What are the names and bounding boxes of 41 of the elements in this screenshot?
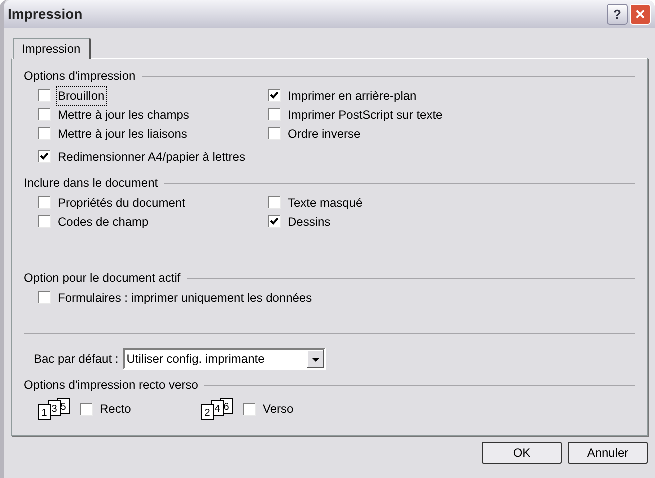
checkbox-label: Redimensionner A4/papier à lettres: [57, 148, 246, 166]
group-title: Option pour le document actif: [24, 270, 181, 287]
checkbox-label: Brouillon: [57, 86, 106, 104]
checkbox-label: Codes de champ: [57, 214, 150, 230]
checkbox-label: Texte masqué: [287, 194, 364, 212]
checkbox[interactable]: [38, 89, 51, 102]
checkbox-label: Verso: [262, 401, 295, 418]
checkbox[interactable]: [38, 127, 51, 140]
checkbox-label: Propriétés du document: [57, 194, 186, 212]
group-title: Options d'impression: [24, 68, 136, 85]
checkbox-label: Imprimer PostScript sur texte: [287, 106, 444, 124]
help-button[interactable]: ?: [607, 4, 628, 24]
checkbox-label: Imprimer en arrière-plan: [287, 88, 418, 104]
checkbox-label: Dessins: [287, 214, 332, 230]
checkbox[interactable]: [268, 108, 281, 121]
checkbox-label: Mettre à jour les champs: [57, 106, 190, 124]
dialog-button[interactable]: OK: [482, 442, 562, 464]
tray-label: Bac par défaut :: [34, 351, 119, 368]
checkbox[interactable]: [243, 402, 256, 416]
checkbox-label: Recto: [99, 401, 132, 418]
checkbox-label: Ordre inverse: [287, 126, 362, 142]
checkbox[interactable]: [38, 108, 51, 121]
checkbox[interactable]: [80, 402, 93, 416]
checkbox[interactable]: [38, 215, 51, 228]
tray-dropdown[interactable]: Utiliser config. imprimante: [122, 348, 326, 370]
checkbox-label: Mettre à jour les liaisons: [57, 126, 188, 142]
checkbox[interactable]: [268, 215, 281, 228]
checkbox[interactable]: [38, 196, 51, 209]
checkbox[interactable]: [38, 291, 51, 304]
checkbox[interactable]: [268, 127, 281, 140]
checkbox[interactable]: [268, 196, 281, 209]
checkbox[interactable]: [38, 150, 51, 163]
dropdown-value: Utiliser config. imprimante: [126, 351, 266, 368]
group-title: Inclure dans le document: [24, 175, 158, 192]
close-button[interactable]: ×: [630, 4, 651, 24]
dialog-button[interactable]: Annuler: [568, 442, 648, 464]
group-title: Options d'impression recto verso: [24, 377, 198, 394]
tab[interactable]: Impression: [13, 38, 91, 59]
checkbox[interactable]: [268, 89, 281, 102]
checkbox-label: Formulaires : imprimer uniquement les données: [57, 290, 314, 306]
window-title: Impression: [8, 4, 84, 24]
